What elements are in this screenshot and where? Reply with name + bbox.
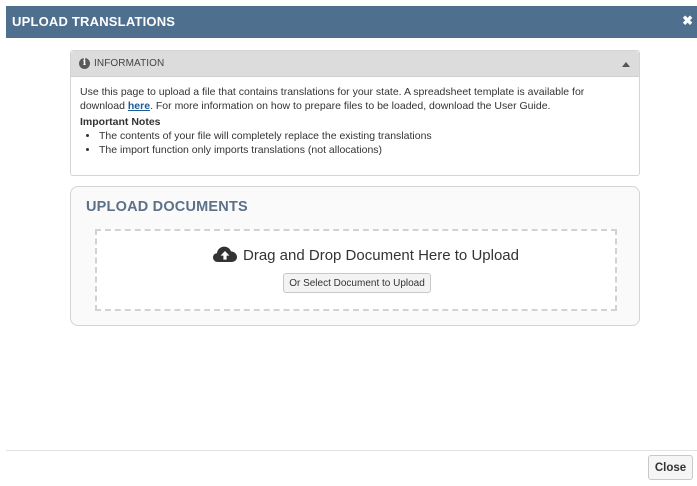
template-download-link[interactable]: here xyxy=(128,100,150,112)
dialog-title: UPLOAD TRANSLATIONS xyxy=(12,14,176,29)
dialog-body: i INFORMATION Use this page to upload a … xyxy=(6,38,697,450)
information-text-after: . For more information on how to prepare… xyxy=(150,100,551,112)
information-text: Use this page to upload a file that cont… xyxy=(80,85,630,113)
upload-documents-title: UPLOAD DOCUMENTS xyxy=(86,199,248,215)
close-icon[interactable]: ✖ xyxy=(682,14,693,28)
information-content: Use this page to upload a file that cont… xyxy=(71,77,639,157)
important-notes-heading: Important Notes xyxy=(80,116,161,128)
select-document-button[interactable]: Or Select Document to Upload xyxy=(283,273,431,293)
upload-translations-dialog: UPLOAD TRANSLATIONS ✖ i INFORMATION Use … xyxy=(6,6,697,486)
note-item: The contents of your file will completel… xyxy=(99,129,630,143)
collapse-up-icon[interactable] xyxy=(622,62,630,67)
information-panel-header[interactable]: i INFORMATION xyxy=(71,51,639,77)
information-panel: i INFORMATION Use this page to upload a … xyxy=(70,50,640,176)
cloud-upload-icon xyxy=(213,246,237,262)
close-button[interactable]: Close xyxy=(648,455,693,480)
drop-instruction: Drag and Drop Document Here to Upload xyxy=(243,247,519,264)
note-item: The import function only imports transla… xyxy=(99,143,630,157)
information-title: INFORMATION xyxy=(94,58,165,69)
info-icon: i xyxy=(79,58,90,69)
dialog-titlebar: UPLOAD TRANSLATIONS ✖ xyxy=(6,6,697,38)
document-dropzone[interactable]: Drag and Drop Document Here to Upload Or… xyxy=(95,229,617,311)
important-notes-list: The contents of your file will completel… xyxy=(80,129,630,157)
upload-documents-panel: UPLOAD DOCUMENTS Drag and Drop Document … xyxy=(70,186,640,326)
dialog-footer: Close xyxy=(6,450,697,486)
